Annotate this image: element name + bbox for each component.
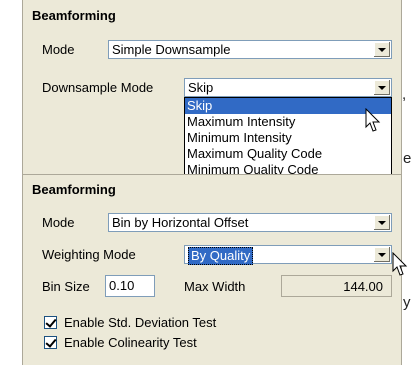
checkmark-icon [45, 316, 57, 328]
bin-size-input[interactable]: 0.10 [105, 275, 155, 297]
panel-title: Beamforming [32, 8, 116, 23]
beamforming-panel-bottom: Beamforming Mode Bin by Horizontal Offse… [22, 174, 402, 365]
dropdown-option[interactable]: Minimum Intensity [185, 130, 391, 146]
mode-select-value: Bin by Horizontal Offset [112, 215, 249, 230]
beamforming-panel-top: Beamforming Mode Simple Downsample Downs… [22, 0, 402, 177]
background-text-fragment: y [403, 294, 411, 311]
downsample-mode-dropdown[interactable]: Skip Maximum Intensity Minimum Intensity… [184, 97, 392, 176]
mode-label: Mode [42, 215, 75, 230]
colinearity-label: Enable Colinearity Test [64, 335, 197, 350]
background-text-fragment: e [403, 150, 412, 167]
downsample-mode-select[interactable]: Skip [184, 78, 392, 97]
downsample-mode-label: Downsample Mode [42, 80, 154, 95]
mouse-pointer-icon [365, 108, 381, 132]
dropdown-option[interactable]: Maximum Intensity [185, 114, 391, 130]
mode-select[interactable]: Simple Downsample [108, 40, 392, 59]
mode-label: Mode [42, 42, 75, 57]
bin-size-label: Bin Size [42, 279, 90, 294]
weighting-mode-label: Weighting Mode [42, 247, 136, 262]
chevron-down-icon[interactable] [373, 247, 390, 262]
std-deviation-checkbox[interactable] [44, 316, 57, 329]
chevron-down-icon[interactable] [373, 80, 390, 95]
max-width-label: Max Width [184, 279, 246, 294]
colinearity-checkbox[interactable] [44, 336, 57, 349]
mode-select[interactable]: Bin by Horizontal Offset [108, 213, 392, 232]
background-text-fragment: , [402, 86, 407, 103]
dropdown-option[interactable]: Maximum Quality Code [185, 146, 391, 162]
weighting-mode-value: By Quality [188, 247, 254, 265]
chevron-down-icon[interactable] [373, 42, 390, 57]
weighting-mode-select[interactable]: By Quality [184, 245, 392, 265]
std-deviation-label: Enable Std. Deviation Test [64, 315, 217, 330]
checkmark-icon [45, 336, 57, 348]
panel-title: Beamforming [32, 182, 116, 197]
dropdown-option[interactable]: Skip [185, 98, 391, 114]
mouse-pointer-icon [392, 252, 408, 276]
mode-select-value: Simple Downsample [112, 42, 231, 57]
chevron-down-icon[interactable] [373, 215, 390, 230]
downsample-mode-value: Skip [188, 80, 214, 95]
max-width-value: 144.00 [281, 275, 392, 297]
